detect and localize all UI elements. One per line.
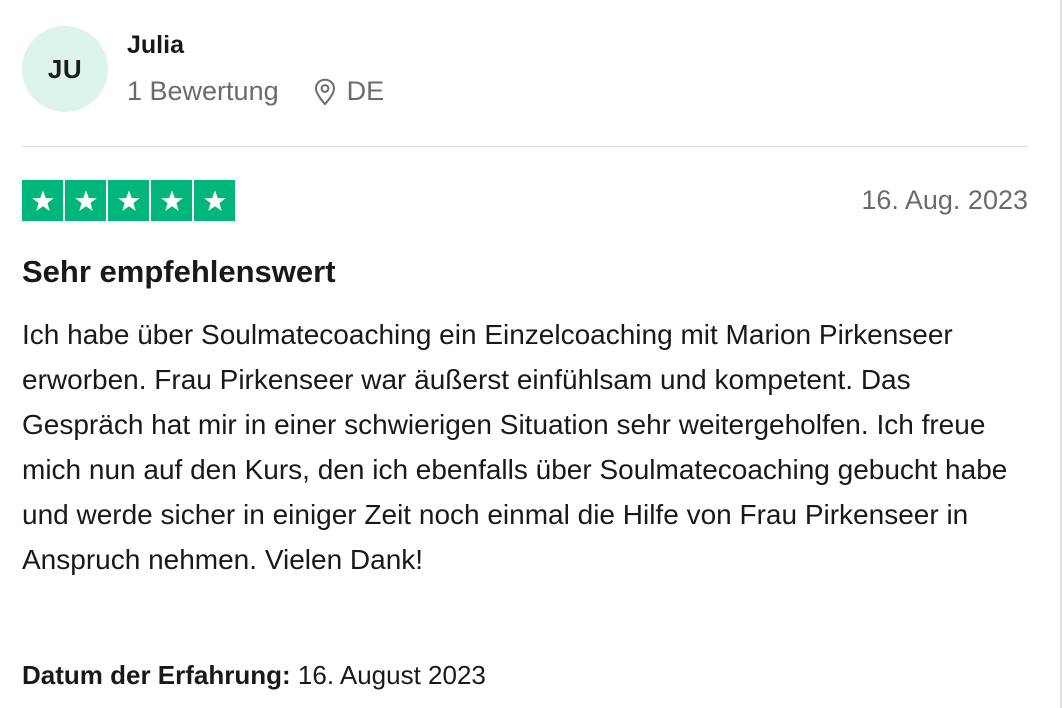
star-icon: [108, 180, 149, 221]
review-count: 1 Bewertung: [127, 76, 279, 106]
avatar[interactable]: JU: [22, 26, 108, 112]
experience-label: Datum der Erfahrung:: [22, 660, 291, 690]
experience-date: Datum der Erfahrung: 16. August 2023: [22, 660, 486, 691]
reviewer-info: Julia 1 Bewertung DE: [127, 26, 384, 107]
reviewer-name[interactable]: Julia: [127, 30, 384, 60]
experience-value: 16. August 2023: [297, 660, 486, 690]
divider: [22, 146, 1028, 147]
review-date: 16. Aug. 2023: [861, 185, 1028, 215]
avatar-initials: JU: [47, 53, 83, 84]
reviewer-meta: 1 Bewertung DE: [127, 76, 384, 107]
review-body: Ich habe über Soulmatecoaching ein Einze…: [22, 319, 1008, 575]
review-title[interactable]: Sehr empfehlenswert: [22, 254, 336, 290]
star-rating: [22, 180, 235, 221]
country-code: DE: [346, 76, 385, 106]
reviewer-location: DE: [313, 76, 385, 107]
star-icon: [151, 180, 192, 221]
star-icon: [194, 180, 235, 221]
reviewer-header: JU Julia 1 Bewertung DE: [22, 26, 384, 112]
review-card: JU Julia 1 Bewertung DE 16. Aug. 2023 Se…: [0, 0, 1062, 708]
star-icon: [22, 180, 63, 221]
location-pin-icon: [314, 78, 335, 105]
star-icon: [65, 180, 106, 221]
rating-row: 16. Aug. 2023: [22, 180, 1028, 221]
